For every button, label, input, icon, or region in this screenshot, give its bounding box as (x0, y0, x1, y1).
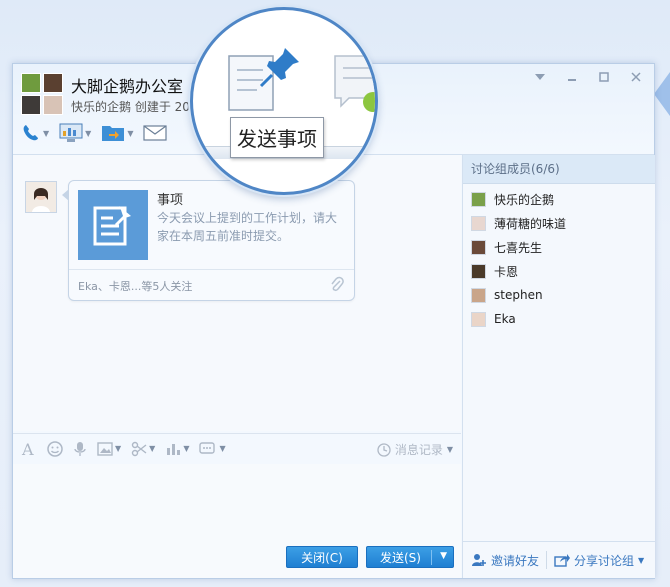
message-history-button[interactable]: 消息记录 ▼ (377, 441, 453, 458)
folder-icon (102, 126, 125, 141)
group-subtitle: 快乐的企鹅 创建于 201 (71, 100, 198, 114)
avatar (471, 239, 486, 255)
task-card[interactable]: 事项 今天会议上提到的工作计划，请大家在本周五前准时提交。 Eka、卡恩...等… (62, 180, 355, 301)
image-icon (97, 441, 113, 456)
emoji-button[interactable] (47, 440, 63, 457)
list-item[interactable]: 卡恩 (463, 259, 655, 283)
group-title[interactable]: 大脚企鹅办公室 (71, 73, 183, 97)
share-group-button[interactable]: 分享讨论组 ▼ (554, 552, 644, 569)
toolbar: ▼ ▼ ▼ (21, 120, 168, 146)
list-item[interactable]: 七喜先生 (463, 235, 655, 259)
side-panel-arrow[interactable] (654, 72, 670, 116)
clock-icon (377, 442, 391, 457)
caret-down-icon: ▼ (446, 445, 453, 454)
caret-down-icon: ▼ (219, 444, 226, 453)
invite-friends-button[interactable]: 邀请好友 (471, 552, 539, 569)
window-controls (530, 69, 646, 85)
send-label: 发送(S) (380, 550, 421, 565)
avatar (21, 95, 41, 115)
add-user-icon (472, 554, 486, 566)
member-panel: 讨论组成员(6/6) 快乐的企鹅 薄荷糖的味道 七喜先生 卡恩 stephen … (462, 155, 655, 578)
member-name: stephen (494, 288, 543, 302)
history-label: 消息记录 (394, 443, 443, 457)
send-file-button[interactable]: ▼ (101, 120, 133, 146)
voice-button[interactable] (73, 441, 87, 457)
caret-down-icon: ▼ (115, 444, 122, 453)
email-button[interactable] (143, 120, 168, 146)
message-bubble-icon (334, 55, 375, 112)
caret-down-icon: ▼ (43, 128, 50, 138)
member-name: 七喜先生 (494, 240, 543, 255)
minimize-icon[interactable] (562, 69, 582, 85)
attachment-icon[interactable] (330, 276, 344, 294)
share-icon (554, 554, 571, 567)
list-item[interactable]: 薄荷糖的味道 (463, 211, 655, 235)
list-item[interactable]: stephen (463, 283, 655, 307)
microphone-icon (74, 441, 86, 456)
task-title: 事项 (157, 193, 184, 208)
call-button[interactable]: ▼ (21, 120, 49, 146)
phone-icon (23, 125, 38, 141)
caret-down-icon: ▼ (149, 444, 156, 453)
avatar (43, 95, 63, 115)
divider (546, 551, 548, 569)
smiley-icon (47, 440, 63, 457)
screen-share-button[interactable]: ▼ (59, 120, 91, 146)
member-name: 卡恩 (494, 264, 519, 279)
message-area[interactable]: 事项 今天会议上提到的工作计划，请大家在本周五前准时提交。 Eka、卡恩...等… (13, 155, 461, 431)
avatar (471, 311, 486, 327)
vote-button[interactable]: ▼ (165, 442, 189, 456)
caret-down-icon: ▼ (127, 128, 134, 138)
caret-down-icon: ▼ (85, 128, 92, 138)
svg-text:A: A (21, 441, 34, 457)
magnifier-callout: 发送事项 (190, 7, 378, 195)
member-header: 讨论组成员(6/6) (463, 155, 655, 184)
pin-icon (259, 48, 299, 88)
maximize-icon[interactable] (594, 69, 614, 85)
member-name: 薄荷糖的味道 (494, 216, 567, 231)
image-button[interactable]: ▼ (97, 441, 122, 456)
compose-toolbar: A ▼ ▼ ▼ ▼ 消息记录 ▼ (13, 433, 461, 463)
caret-down-icon: ▼ (638, 555, 645, 565)
more-apps-button[interactable]: ▼ (199, 441, 226, 456)
member-actions: 邀请好友 分享讨论组 ▼ (463, 541, 655, 578)
invite-label: 邀请好友 (491, 553, 540, 568)
followers-text: Eka、卡恩...等5人关注 (78, 280, 193, 293)
mail-icon (143, 125, 168, 141)
avatar (471, 263, 486, 279)
avatar (471, 215, 486, 231)
share-label: 分享讨论组 (574, 553, 635, 568)
font-button[interactable]: A (21, 441, 37, 457)
list-item[interactable]: 快乐的企鹅 (463, 187, 655, 211)
close-icon[interactable] (626, 69, 646, 85)
dropdown-icon[interactable] (530, 69, 550, 85)
task-followers[interactable]: Eka、卡恩...等5人关注 (69, 269, 354, 300)
bar-chart-icon (167, 443, 181, 455)
task-icon (78, 190, 148, 260)
avatar (21, 73, 41, 93)
scissors-icon (131, 441, 147, 456)
sender-avatar[interactable] (25, 181, 57, 213)
avatar (471, 287, 486, 303)
presentation-icon (59, 123, 83, 142)
send-button[interactable]: 发送(S) ▼ (366, 546, 454, 568)
font-icon: A (21, 441, 34, 457)
group-avatar[interactable] (21, 73, 65, 117)
send-options-icon[interactable]: ▼ (440, 551, 447, 561)
send-divider (431, 550, 432, 565)
close-button[interactable]: 关闭(C) (286, 546, 358, 568)
screenshot-button[interactable]: ▼ (131, 441, 155, 457)
avatar (43, 73, 63, 93)
send-task-tooltip: 发送事项 (230, 117, 324, 158)
list-item[interactable]: Eka (463, 307, 655, 331)
avatar (471, 191, 486, 207)
member-name: Eka (494, 312, 516, 326)
caret-down-icon: ▼ (183, 444, 190, 453)
task-description: 今天会议上提到的工作计划，请大家在本周五前准时提交。 (157, 211, 338, 243)
member-name: 快乐的企鹅 (494, 192, 555, 207)
member-list: 快乐的企鹅 薄荷糖的味道 七喜先生 卡恩 stephen Eka (463, 184, 655, 331)
apps-icon (199, 441, 216, 454)
